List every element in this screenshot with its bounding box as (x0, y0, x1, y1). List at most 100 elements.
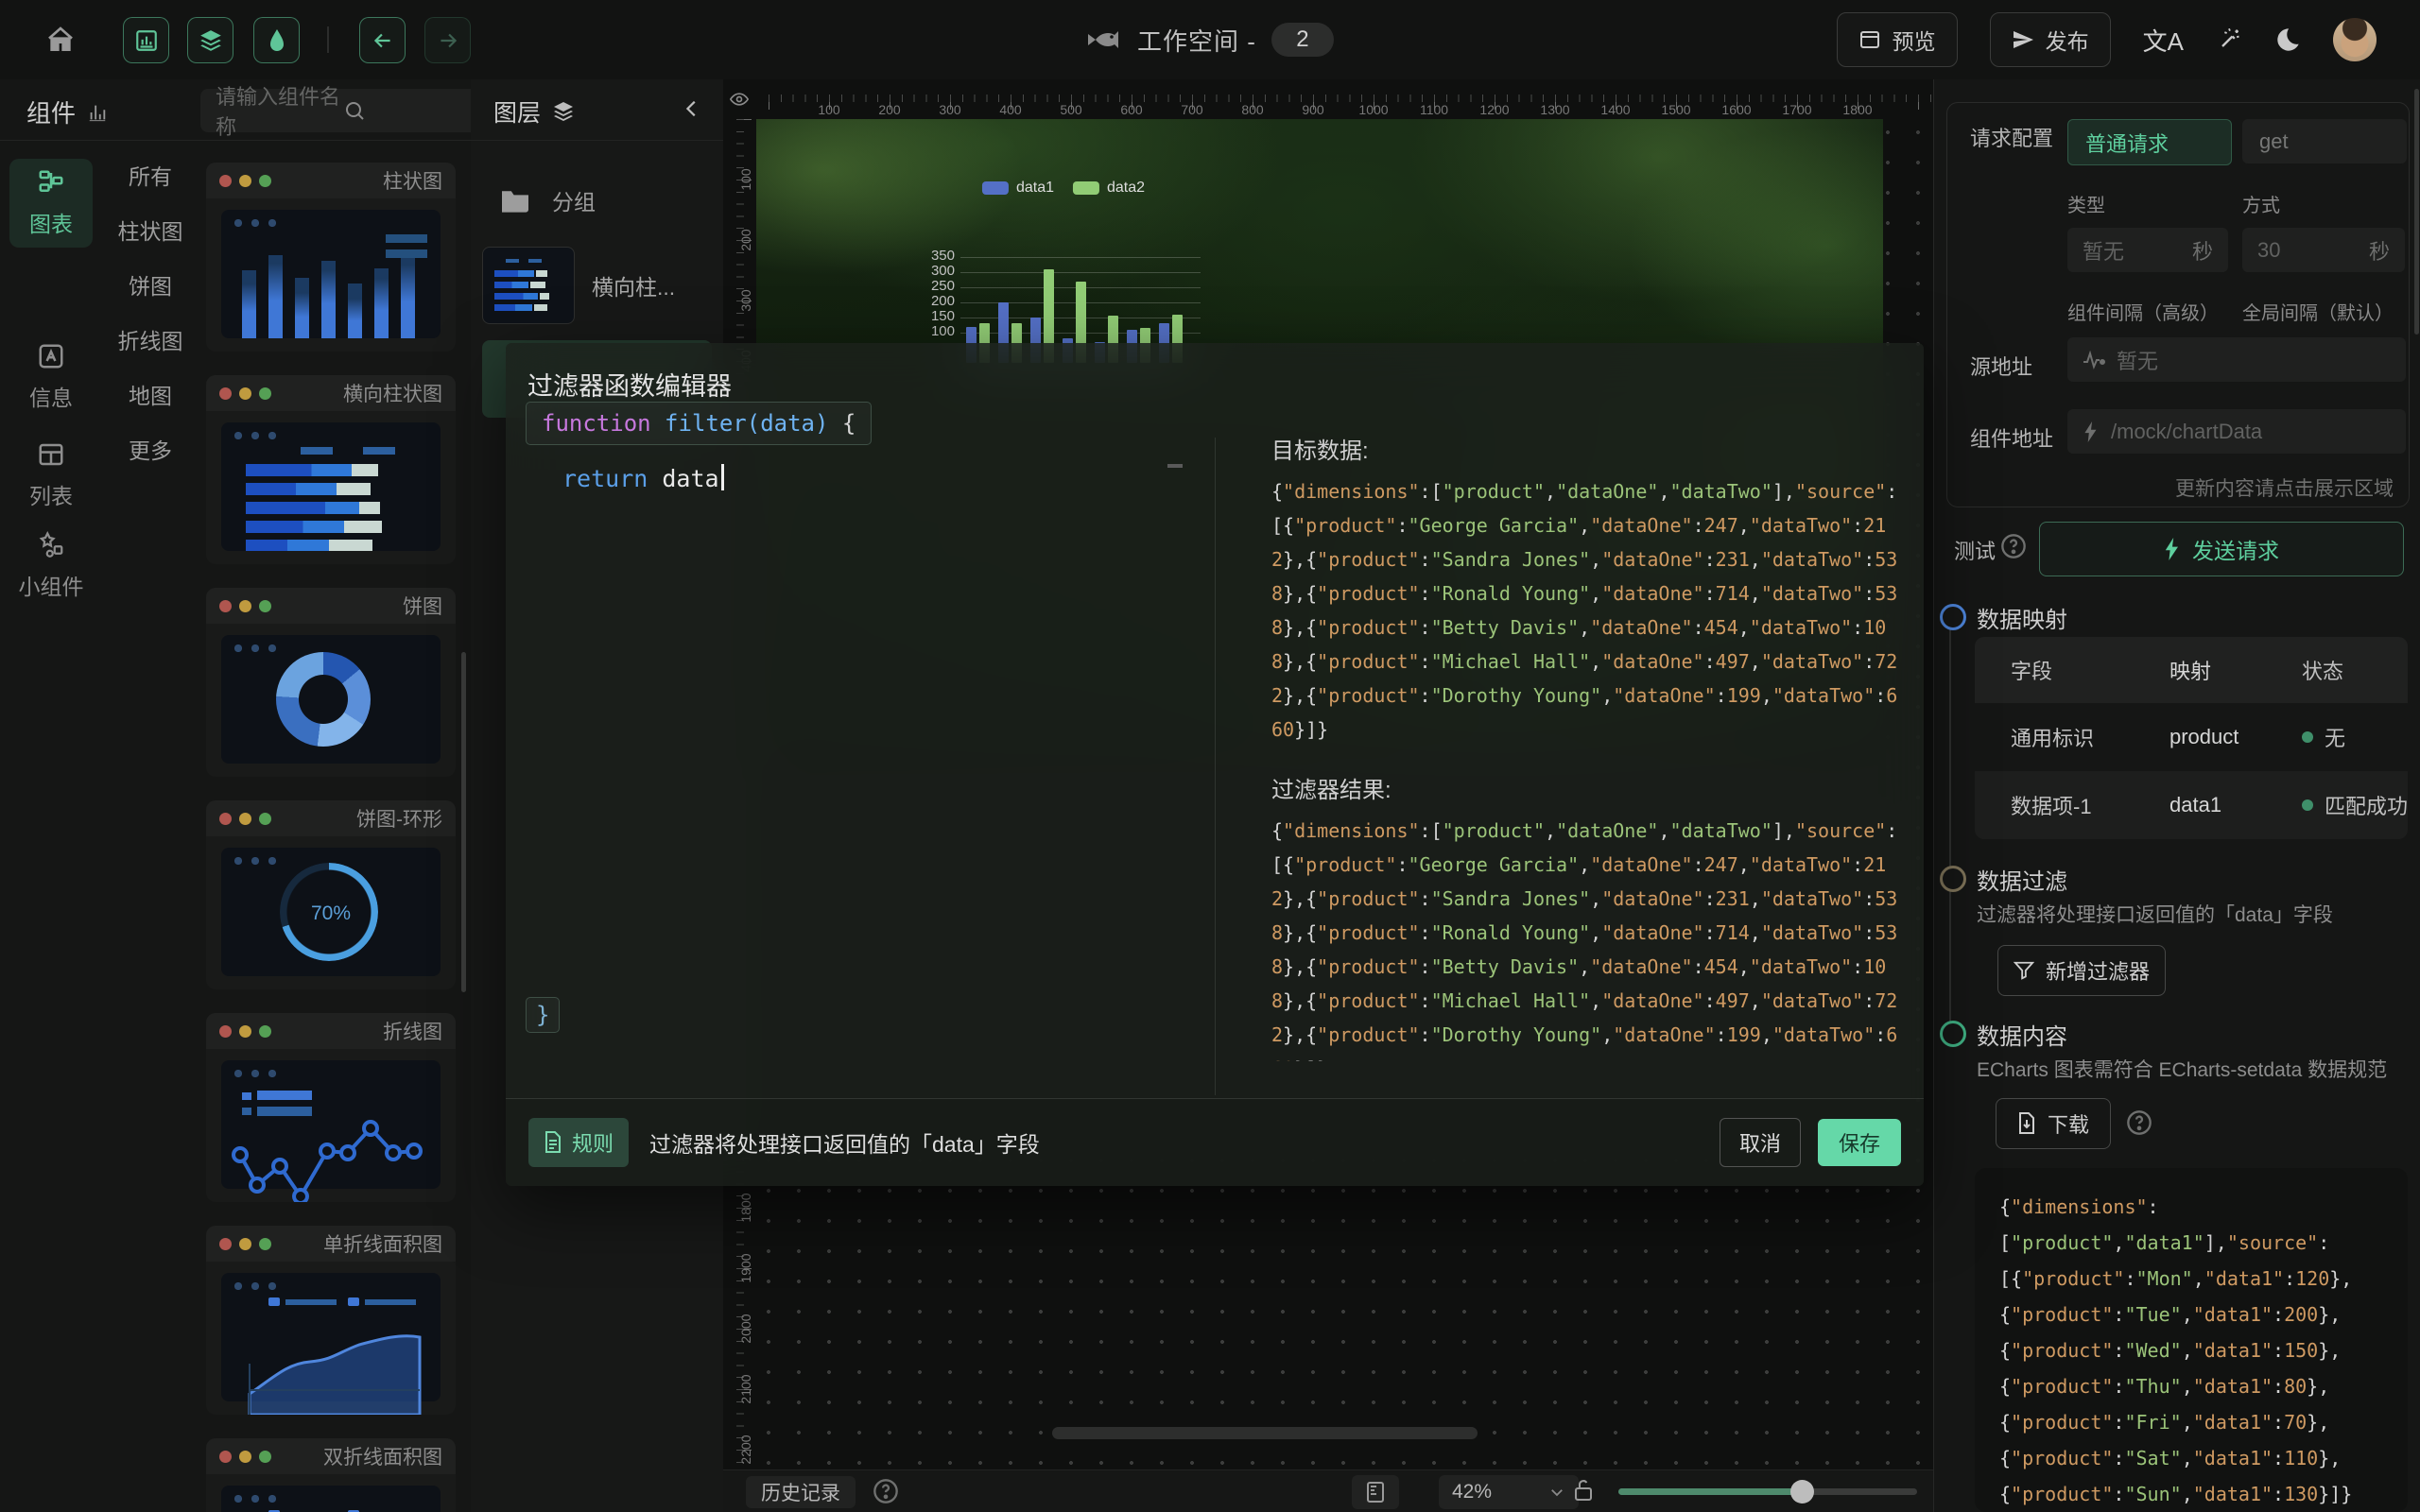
col-map: 映射 (2169, 655, 2302, 685)
layer-item-thumbnail (482, 247, 575, 324)
publish-button[interactable]: 发布 (1990, 12, 2111, 67)
traffic-dot-red (219, 600, 232, 612)
component-card[interactable]: 饼图 (206, 588, 456, 777)
collapse-chevron-icon[interactable] (682, 96, 702, 121)
y-tick: 300 (926, 263, 955, 279)
help-icon[interactable] (2000, 533, 2027, 559)
canvas-horizontal-scrollbar[interactable] (1052, 1427, 1478, 1439)
tab-list[interactable]: 列表 (9, 431, 93, 520)
ruler-number: 1900 (738, 1253, 753, 1282)
pulse-icon (2083, 351, 2105, 369)
component-thumbnail (221, 1273, 441, 1401)
global-interval-label: 全局间隔（默认） (2242, 298, 2394, 325)
traffic-dot-red (219, 175, 232, 187)
ruler-eye-icon[interactable] (723, 79, 755, 119)
tab-charts[interactable]: 图表 (9, 159, 93, 248)
layers-title: 图层 (493, 94, 541, 129)
cancel-button[interactable]: 取消 (1720, 1118, 1801, 1167)
component-card[interactable]: 折线图 (206, 1013, 456, 1202)
layer-item-hbar[interactable]: 横向柱... (482, 242, 712, 329)
json-line: {"product":"Wed","data1":150}, (1999, 1332, 2383, 1368)
tab-widgets[interactable]: 小组件 (9, 522, 93, 610)
category-item[interactable]: 柱状图 (113, 208, 187, 251)
ruler-number: 2200 (738, 1435, 753, 1464)
global-interval-input[interactable]: 30 秒 (2242, 228, 2405, 272)
bottom-bar: 历史记录 42% (723, 1469, 1933, 1512)
component-card[interactable]: 横向柱状图 (206, 375, 456, 564)
layers-header: 图层 (471, 79, 723, 141)
component-card-title: 柱状图 (383, 166, 442, 195)
component-card[interactable]: 双折线面积图 (206, 1438, 456, 1512)
bar-chart-component[interactable]: data1 data2 350 300 250 200 150 100 (926, 219, 1201, 363)
help-icon[interactable] (2126, 1109, 2152, 1136)
timeline-dot-filter (1940, 866, 1966, 892)
ruler-number: 200 (878, 102, 900, 117)
component-card[interactable]: 饼图-环形 (206, 800, 456, 989)
download-button[interactable]: 下载 (1996, 1098, 2111, 1149)
timeline-dot-content (1940, 1021, 1966, 1047)
help-icon[interactable] (873, 1478, 899, 1504)
layer-group-item[interactable]: 分组 (471, 174, 752, 227)
gridline (960, 257, 1201, 258)
horizontal-ruler: 1002003004005006007008009001000110012001… (755, 79, 1933, 119)
unlock-icon[interactable] (1572, 1477, 1595, 1503)
status-cell: 匹配成功 (2325, 790, 2408, 820)
history-button[interactable]: 历史记录 (746, 1476, 856, 1508)
translate-icon[interactable]: 文A (2143, 23, 2184, 58)
component-address-label: 组件地址 (1970, 422, 2053, 453)
magic-wand-icon[interactable] (2216, 26, 2242, 53)
category-item[interactable]: 所有 (113, 153, 187, 197)
lightning-icon (2083, 421, 2100, 442)
ruler-number: 1700 (1782, 102, 1811, 117)
component-card[interactable]: 单折线面积图 (206, 1226, 456, 1415)
component-card-header: 横向柱状图 (206, 375, 456, 411)
components-scrollbar[interactable] (461, 652, 466, 992)
category-item[interactable]: 折线图 (113, 318, 187, 361)
filter-result-json: {"dimensions":["product","dataOne","data… (1271, 814, 1903, 1061)
category-item[interactable]: 饼图 (113, 263, 187, 306)
request-method-chip[interactable]: get (2242, 119, 2407, 163)
category-item[interactable]: 更多 (113, 427, 187, 471)
rule-badge-label: 规则 (572, 1127, 614, 1158)
component-card-header: 饼图-环形 (206, 800, 456, 836)
ruler-number: 100 (818, 102, 839, 117)
avatar[interactable] (2333, 18, 2377, 61)
return-value: data (662, 465, 718, 492)
zoom-slider-knob[interactable] (1790, 1480, 1814, 1503)
code-editor[interactable]: return data (562, 464, 724, 492)
category-item[interactable]: 地图 (113, 372, 187, 416)
request-type-chip[interactable]: 普通请求 (2067, 119, 2232, 165)
component-interval-input[interactable]: 暂无 秒 (2067, 228, 2228, 272)
timeline-dot-mapping (1940, 604, 1966, 630)
data-mapping-title: 数据映射 (1977, 601, 2067, 634)
preview-button[interactable]: 预览 (1837, 12, 1958, 67)
minimap-marker (1167, 464, 1183, 468)
component-card-title: 单折线面积图 (323, 1229, 442, 1258)
workspace-count-badge: 2 (1271, 23, 1334, 57)
zoom-select[interactable]: 42% (1439, 1475, 1579, 1509)
col-field: 字段 (1975, 655, 2169, 685)
ruler-number: 700 (1181, 102, 1202, 117)
ruler-number: 1300 (1540, 102, 1569, 117)
dark-mode-moon-icon[interactable] (2274, 26, 2301, 53)
y-tick: 250 (926, 278, 955, 294)
component-card[interactable]: 柱状图 (206, 163, 456, 352)
component-card-title: 横向柱状图 (343, 379, 442, 407)
component-address-input[interactable]: /mock/chartData (2067, 409, 2406, 454)
send-request-button[interactable]: 发送请求 (2039, 522, 2404, 576)
mini-bars-icon (87, 102, 108, 123)
traffic-dot-yellow (239, 813, 251, 825)
traffic-dot-green (259, 1238, 271, 1250)
detail-panel-toggle[interactable] (1352, 1475, 1399, 1509)
legend-label-data1: data1 (1016, 180, 1054, 197)
zoom-slider[interactable] (1618, 1488, 1917, 1495)
data-content-json[interactable]: {"dimensions":["product","data1"],"sourc… (1975, 1168, 2408, 1512)
open-brace: { (842, 410, 856, 437)
ruler-number: 900 (1302, 102, 1323, 117)
add-filter-button[interactable]: 新增过滤器 (1997, 945, 2166, 996)
tab-info[interactable]: 信息 (9, 333, 93, 421)
traffic-dot-yellow (239, 1451, 251, 1463)
right-panel-scrollbar[interactable] (2414, 89, 2419, 335)
save-button[interactable]: 保存 (1818, 1119, 1901, 1166)
source-address-input[interactable]: 暂无 (2067, 337, 2406, 382)
